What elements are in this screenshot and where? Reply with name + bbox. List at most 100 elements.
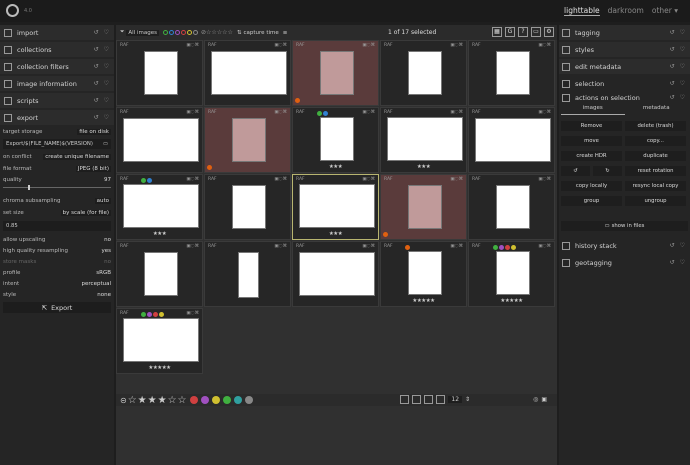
path-input[interactable]: Export/$(FILE_NAME)$(VERSION) ▭ — [3, 139, 111, 149]
preset-icon[interactable]: ♡ — [104, 63, 109, 70]
reset-icon[interactable]: ↺ — [94, 63, 99, 70]
sort-selector[interactable]: ⇅ capture time ≡ — [237, 30, 287, 36]
action-button[interactable]: group — [561, 196, 622, 206]
reset-icon[interactable]: ↺ — [670, 29, 675, 36]
show-in-files-button[interactable]: ▭ show in files — [561, 221, 688, 231]
zoomable-layout-icon[interactable] — [412, 395, 422, 404]
module-export[interactable]: export ↺ ♡ — [0, 110, 114, 125]
preset-icon[interactable]: ♡ — [680, 80, 685, 87]
action-button[interactable]: copy locally — [561, 181, 622, 191]
file-format-row[interactable]: file format JPEG (8 bit) — [3, 164, 111, 174]
action-button[interactable]: delete (trash) — [625, 121, 686, 131]
thumbnail[interactable]: RAF ▣◌⌘ — [292, 40, 379, 106]
blue-label-icon[interactable] — [233, 396, 242, 404]
thumbnail[interactable]: RAF ▣◌⌘ ★★★ — [292, 107, 379, 173]
star-icon[interactable]: ☆ — [168, 395, 177, 406]
image-filter[interactable]: ⏷ All images — [120, 29, 159, 36]
preset-icon[interactable]: ♡ — [104, 80, 109, 87]
action-button[interactable]: duplicate — [625, 151, 686, 161]
color-filter-icon[interactable] — [180, 30, 186, 35]
tab-metadata[interactable]: metadata — [625, 105, 689, 115]
rating-stars[interactable]: ★★★★★ — [469, 298, 554, 304]
thumbnail[interactable]: RAF ▣◌⌘ ★★★ — [116, 174, 203, 240]
color-filter-icon[interactable] — [192, 30, 198, 35]
zoom-count[interactable]: 12 — [448, 396, 463, 403]
reject-icon[interactable]: ⊝ — [120, 396, 127, 405]
module-actions-on-selection[interactable]: actions on selection ↺ ♡ — [559, 90, 690, 105]
rating-stars[interactable]: ★★★★★ — [381, 298, 466, 304]
grouping-icon[interactable]: G — [505, 27, 515, 37]
module-history-stack[interactable]: history stack ↺ ♡ — [559, 238, 690, 253]
zoom-stepper-icon[interactable]: ⇕ — [465, 396, 470, 403]
layout-icon[interactable]: ▦ — [492, 27, 502, 37]
action-button[interactable]: reset rotation — [625, 166, 686, 176]
action-button[interactable]: create HDR — [561, 151, 622, 161]
profile-row[interactable]: profile sRGB — [3, 268, 111, 278]
module-styles[interactable]: styles ↺ ♡ — [559, 42, 690, 57]
on-conflict-row[interactable]: on conflict create unique filename — [3, 152, 111, 162]
reset-icon[interactable]: ↺ — [94, 114, 99, 121]
reset-icon[interactable]: ↺ — [670, 80, 675, 87]
intent-row[interactable]: intent perceptual — [3, 279, 111, 289]
clear-label-icon[interactable] — [244, 396, 253, 404]
action-button[interactable]: move — [561, 136, 622, 146]
module-image-information[interactable]: image information ↺ ♡ — [0, 76, 114, 91]
preset-icon[interactable]: ♡ — [680, 63, 685, 70]
view-darkroom[interactable]: darkroom — [608, 6, 644, 16]
preset-icon[interactable]: ♡ — [680, 94, 685, 101]
module-collections[interactable]: collections ↺ ♡ — [0, 42, 114, 57]
color-filter-icon[interactable] — [174, 30, 180, 35]
rating-stars[interactable]: ★★★★★ — [117, 365, 202, 371]
thumbnail[interactable]: RAF ▣◌⌘ — [116, 40, 203, 106]
thumbnail[interactable]: RAF ▣◌⌘ — [204, 40, 291, 106]
reset-icon[interactable]: ↺ — [94, 46, 99, 53]
color-filter-icon[interactable] — [162, 30, 168, 35]
rating-stars[interactable]: ★★★ — [293, 164, 378, 170]
hq-resampling-row[interactable]: high quality resampling yes — [3, 246, 111, 256]
preset-icon[interactable]: ♡ — [104, 97, 109, 104]
reset-icon[interactable]: ↺ — [94, 97, 99, 104]
action-button[interactable]: copy... — [625, 136, 686, 146]
action-button[interactable]: ungroup — [625, 196, 686, 206]
color-assessment-icon[interactable]: ▣ — [541, 396, 547, 403]
module-edit-metadata[interactable]: edit metadata ↺ ♡ — [559, 59, 690, 74]
scale-input[interactable]: 0.85 — [3, 221, 111, 231]
yellow-label-icon[interactable] — [211, 396, 220, 404]
red-label-icon[interactable] — [189, 396, 198, 404]
thumbnail[interactable]: RAF ▣◌⌘ — [116, 241, 203, 307]
thumbnail[interactable]: RAF ▣◌⌘ — [468, 174, 555, 240]
preset-icon[interactable]: ♡ — [104, 46, 109, 53]
preferences-icon[interactable]: ⚙ — [544, 27, 554, 37]
thumbnail[interactable]: RAF ▣◌⌘ ★★★ — [380, 107, 467, 173]
focus-peaking-icon[interactable]: ◎ — [533, 396, 538, 403]
green-label-icon[interactable] — [222, 396, 231, 404]
quality-slider[interactable] — [3, 185, 111, 190]
module-selection[interactable]: selection ↺ ♡ — [559, 76, 690, 91]
star-icon[interactable]: ☆ — [178, 395, 187, 406]
reset-icon[interactable]: ↺ — [670, 94, 675, 101]
thumbnail[interactable]: RAF ▣◌⌘ — [204, 107, 291, 173]
preset-icon[interactable]: ♡ — [104, 114, 109, 121]
star-icon[interactable]: ☆ — [128, 395, 137, 406]
thumbnail[interactable]: RAF ▣◌⌘ ★★★ — [292, 174, 379, 240]
preset-icon[interactable]: ♡ — [680, 29, 685, 36]
thumbnail[interactable]: RAF ▣◌⌘ — [292, 241, 379, 307]
thumbnail[interactable]: RAF ▣◌⌘ — [380, 174, 467, 240]
star-icon[interactable]: ★ — [158, 395, 167, 406]
shortcuts-icon[interactable]: ▭ — [531, 27, 541, 37]
rating-filter[interactable]: ⊘☆☆☆☆☆ — [201, 29, 233, 36]
rating-stars[interactable]: ★★★ — [117, 231, 202, 237]
thumbnail[interactable]: RAF ▣◌⌘ — [116, 107, 203, 173]
reset-icon[interactable]: ↺ — [670, 259, 675, 266]
thumbnail[interactable]: RAF ▣◌⌘ — [204, 241, 291, 307]
color-filter-icon[interactable] — [168, 30, 174, 35]
thumbnail[interactable]: RAF ▣◌⌘ — [204, 174, 291, 240]
purple-label-icon[interactable] — [200, 396, 209, 404]
color-label-filter[interactable] — [162, 30, 198, 35]
reset-icon[interactable]: ↺ — [670, 242, 675, 249]
filemanager-layout-icon[interactable] — [400, 395, 410, 404]
module-collection-filters[interactable]: collection filters ↺ ♡ — [0, 59, 114, 74]
chroma-row[interactable]: chroma subsampling auto — [3, 196, 111, 206]
set-size-row[interactable]: set size by scale (for file) — [3, 208, 111, 218]
action-button[interactable]: ↻ — [593, 166, 622, 176]
